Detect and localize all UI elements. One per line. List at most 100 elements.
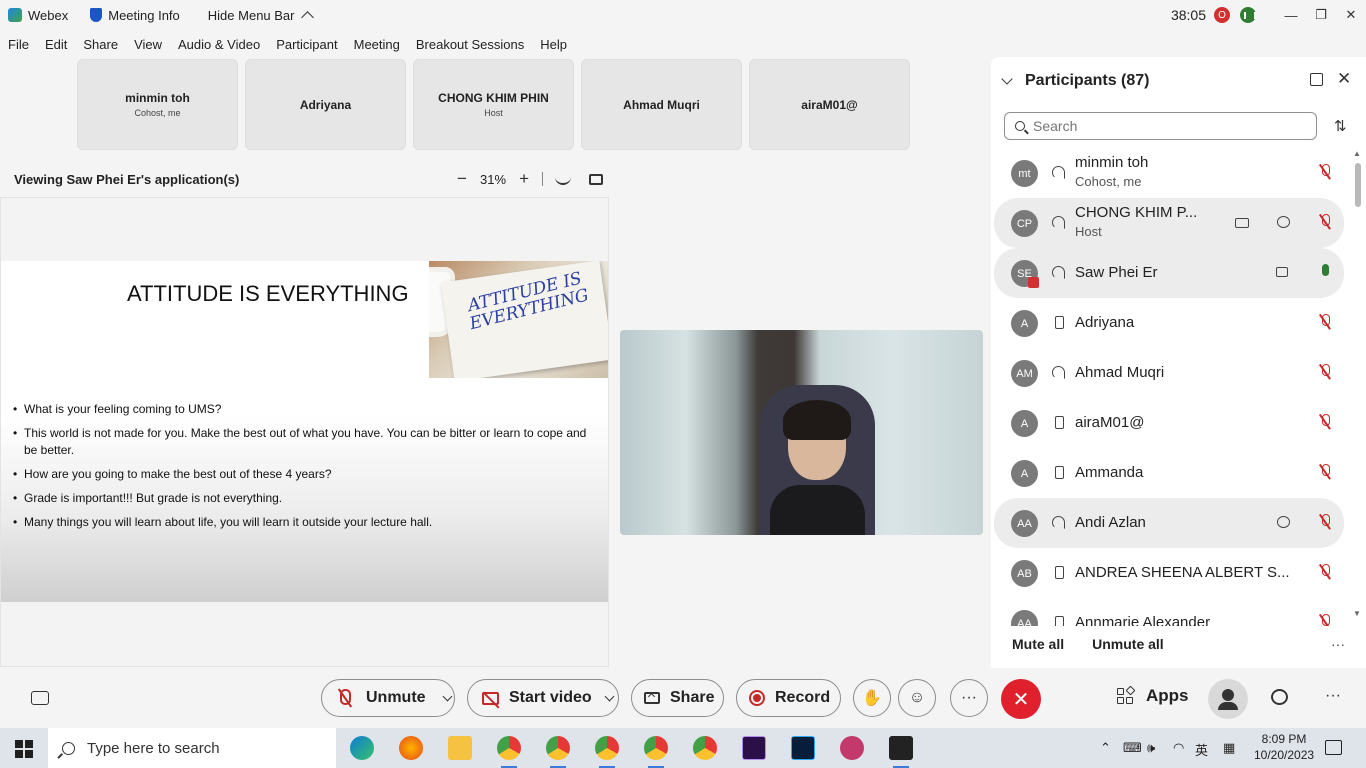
firefox-icon[interactable] — [399, 736, 423, 760]
chat-icon[interactable] — [1277, 516, 1290, 528]
captions-icon[interactable] — [31, 691, 49, 705]
video-tile[interactable]: Adriyana — [245, 59, 406, 150]
chevron-down-icon[interactable] — [442, 691, 453, 701]
menu-view[interactable]: View — [134, 37, 162, 52]
mic-muted-icon[interactable] — [1320, 164, 1330, 180]
participant-row[interactable]: SE Saw Phei Er — [994, 248, 1344, 298]
close-window-button[interactable]: ✕ — [1336, 0, 1366, 30]
more-controls-button[interactable]: ··· — [950, 679, 988, 717]
recording-indicator-icon[interactable]: O — [1214, 7, 1230, 23]
language-indicator[interactable]: 英 — [1195, 740, 1208, 759]
mic-muted-icon[interactable] — [1320, 314, 1330, 330]
popout-icon[interactable] — [1310, 73, 1323, 86]
participant-row[interactable]: AB ANDREA SHEENA ALBERT S... — [994, 548, 1344, 598]
taskbar-clock[interactable]: 8:09 PM 10/20/2023 — [1254, 731, 1314, 763]
file-explorer-icon[interactable] — [448, 736, 472, 760]
volume-icon[interactable]: 🕪 — [1147, 740, 1155, 756]
hide-menu-bar-button[interactable]: Hide Menu Bar — [208, 8, 314, 24]
chrome-icon[interactable] — [693, 736, 717, 760]
mic-muted-icon[interactable] — [1320, 414, 1330, 430]
tray-input-icon[interactable]: ⌨ — [1123, 740, 1142, 756]
taskbar-search[interactable]: Type here to search — [48, 728, 336, 768]
menu-breakout-sessions[interactable]: Breakout Sessions — [416, 37, 524, 52]
notification-icon[interactable] — [1325, 740, 1342, 755]
participant-row[interactable]: A Adriyana — [994, 298, 1344, 348]
raise-hand-icon[interactable]: ✋ — [853, 679, 891, 717]
participant-scrollbar[interactable]: ▲ ▼ — [1353, 149, 1362, 619]
mic-muted-icon[interactable] — [1320, 364, 1330, 380]
chrome-profile-icon[interactable] — [595, 736, 619, 768]
chrome-profile-icon[interactable] — [497, 736, 521, 768]
scrollbar-thumb[interactable] — [1355, 163, 1361, 207]
wps-icon[interactable] — [840, 736, 864, 760]
participant-row[interactable]: CP CHONG KHIM P... Host — [994, 198, 1344, 248]
close-panel-icon[interactable]: ✕ — [1337, 69, 1351, 89]
mic-muted-icon[interactable] — [1320, 614, 1330, 626]
participants-header[interactable]: Participants (87) — [1001, 71, 1149, 91]
video-tile[interactable]: Ahmad Muqri — [581, 59, 742, 150]
edge-icon[interactable] — [350, 736, 374, 760]
video-tile[interactable]: CHONG KHIM PHIN Host — [413, 59, 574, 150]
start-video-button[interactable]: Start video — [467, 679, 619, 717]
menu-edit[interactable]: Edit — [45, 37, 67, 52]
menu-meeting[interactable]: Meeting — [354, 37, 400, 52]
mic-muted-icon[interactable] — [1320, 564, 1330, 580]
zoom-in-button[interactable]: + — [516, 169, 532, 189]
end-meeting-button[interactable]: ✕ — [1001, 679, 1041, 719]
camera-icon[interactable] — [1276, 267, 1288, 277]
chevron-down-icon[interactable] — [604, 691, 615, 701]
menu-file[interactable]: File — [8, 37, 29, 52]
menu-help[interactable]: Help — [540, 37, 567, 52]
wifi-icon[interactable]: ◠ — [1173, 740, 1184, 756]
video-tile[interactable]: minmin toh Cohost, me — [77, 59, 238, 150]
menu-audio-video[interactable]: Audio & Video — [178, 37, 260, 52]
participant-row[interactable]: A airaM01@ — [994, 398, 1344, 448]
mic-active-icon[interactable] — [1322, 264, 1329, 276]
participant-row[interactable]: AA Andi Azlan — [994, 498, 1344, 548]
mic-muted-icon[interactable] — [1320, 464, 1330, 480]
app-title[interactable]: Webex — [8, 8, 68, 23]
tray-chevron-icon[interactable]: ⌃ — [1100, 740, 1111, 756]
participant-row[interactable]: AA Annmarie Alexander — [994, 598, 1344, 626]
fit-screen-icon[interactable] — [589, 173, 604, 185]
participant-row[interactable]: A Ammanda — [994, 448, 1344, 498]
reactions-icon[interactable]: ☺ — [898, 679, 936, 717]
chat-toggle-icon[interactable] — [1271, 689, 1288, 705]
meeting-info-button[interactable]: Meeting Info — [76, 8, 180, 23]
chat-icon[interactable] — [1277, 216, 1290, 228]
more-options-button[interactable]: ··· — [1331, 636, 1345, 652]
windows-start-icon[interactable] — [15, 740, 33, 758]
active-speaker-video[interactable] — [620, 330, 983, 535]
annotate-icon[interactable] — [555, 173, 572, 185]
scroll-up-icon[interactable]: ▲ — [1353, 149, 1361, 158]
mute-all-button[interactable]: Mute all — [1012, 636, 1064, 652]
share-button[interactable]: Share — [631, 679, 724, 717]
unmute-button[interactable]: Unmute — [321, 679, 455, 717]
more-button[interactable]: ··· — [1325, 687, 1341, 705]
sort-icon[interactable]: ⇅ — [1334, 117, 1347, 135]
participant-row[interactable]: mt minmin toh Cohost, me — [994, 148, 1344, 198]
ime-grid-icon[interactable]: ▦ — [1223, 740, 1235, 756]
menu-participant[interactable]: Participant — [276, 37, 337, 52]
participant-search[interactable] — [1004, 112, 1317, 140]
zoom-out-button[interactable]: − — [454, 169, 470, 189]
video-tile[interactable]: airaM01@ — [749, 59, 910, 150]
menu-share[interactable]: Share — [83, 37, 118, 52]
chrome-profile-icon[interactable] — [644, 736, 668, 768]
restore-button[interactable]: ❐ — [1306, 0, 1336, 30]
closed-caption-icon[interactable] — [1235, 218, 1249, 228]
scroll-down-icon[interactable]: ▼ — [1353, 609, 1361, 618]
participant-row[interactable]: AM Ahmad Muqri — [994, 348, 1344, 398]
premiere-pro-icon[interactable] — [742, 736, 766, 760]
network-health-icon[interactable] — [1240, 7, 1256, 23]
apps-button[interactable]: Apps — [1117, 685, 1189, 706]
chevron-down-icon[interactable] — [1001, 73, 1013, 85]
webex-taskbar-icon[interactable] — [889, 736, 913, 768]
minimize-button[interactable]: — — [1276, 0, 1306, 30]
mic-muted-icon[interactable] — [1320, 514, 1330, 530]
unmute-all-button[interactable]: Unmute all — [1092, 636, 1164, 652]
mic-muted-icon[interactable] — [1320, 214, 1330, 230]
record-button[interactable]: Record — [736, 679, 841, 717]
participants-toggle-button[interactable] — [1208, 679, 1248, 719]
photoshop-icon[interactable] — [791, 736, 815, 760]
